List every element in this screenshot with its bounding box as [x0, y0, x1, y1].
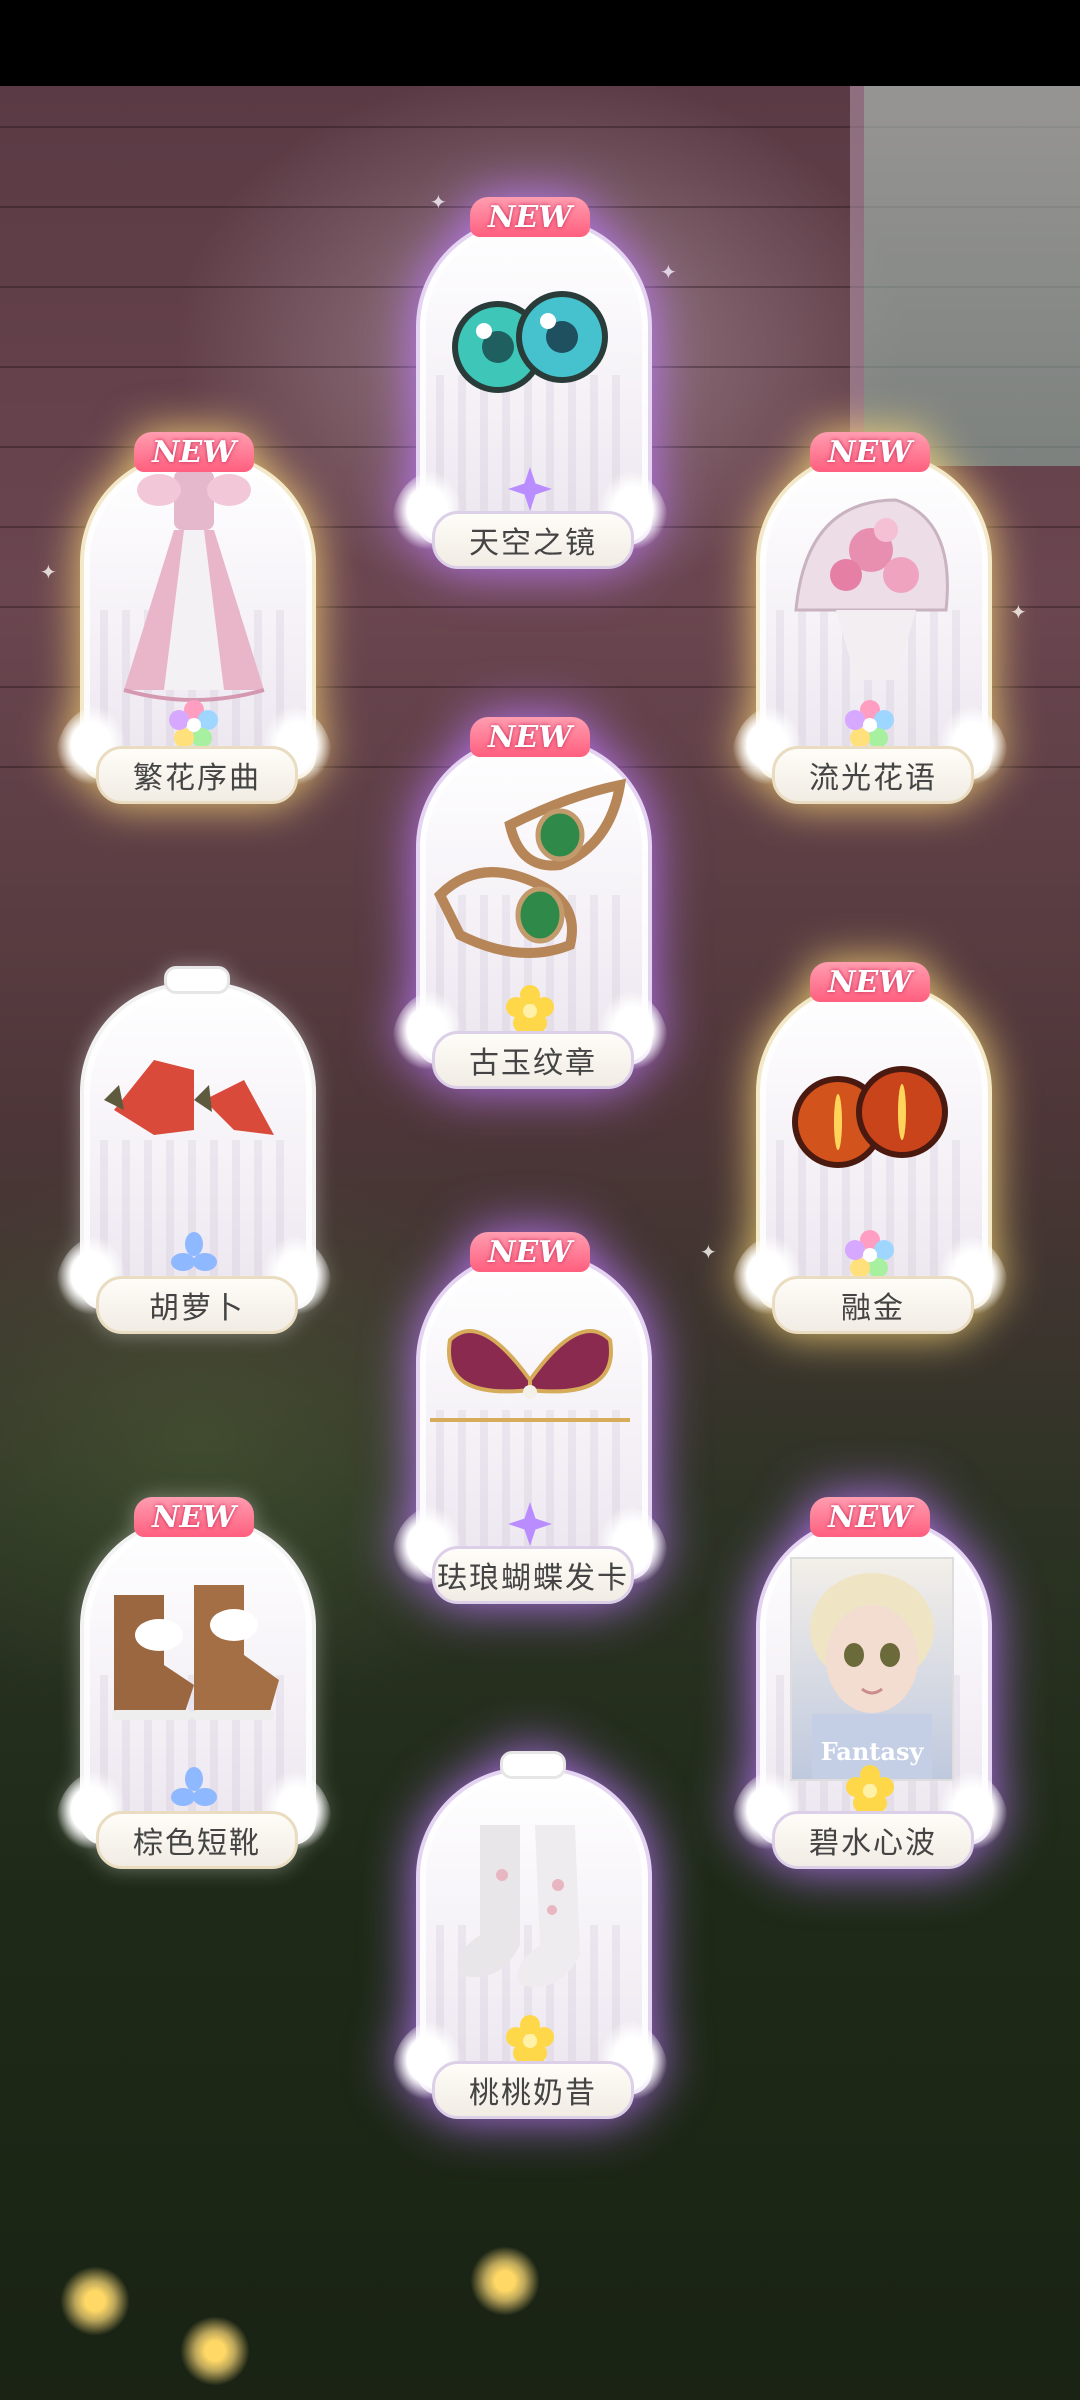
gold-rarity-flower-icon: [846, 1765, 894, 1813]
reward-card[interactable]: NEW 流光花语: [732, 430, 1008, 810]
item-name-label: 桃桃奶昔: [432, 2061, 634, 2119]
bow-decoration: [500, 1751, 566, 1779]
reward-card[interactable]: NEW 古玉纹章: [392, 715, 668, 1095]
new-badge: NEW: [810, 1497, 930, 1537]
new-badge: NEW: [810, 962, 930, 1002]
background-flower: [60, 2266, 130, 2336]
gold-rarity-flower-icon: [506, 985, 554, 1033]
amber-eyes-item-icon: [792, 1066, 948, 1168]
new-badge: NEW: [810, 432, 930, 472]
rainbow-rarity-flower-icon: [845, 1230, 894, 1278]
background-window: [850, 86, 1080, 466]
rainbow-rarity-flower-icon: [845, 700, 894, 748]
item-name-label: 棕色短靴: [96, 1811, 298, 1869]
socks-item-icon: [457, 1825, 580, 1987]
reward-card[interactable]: 桃桃奶昔: [392, 1745, 668, 2125]
background-flower: [470, 2246, 540, 2316]
status-bar: [0, 0, 1080, 86]
butterfly-clip-item-icon: [430, 1329, 630, 1422]
reward-card[interactable]: NEW 繁花序曲: [56, 430, 332, 810]
reward-card[interactable]: NEW 棕色短靴: [56, 1495, 332, 1875]
sparkle-icon: ✦: [1010, 600, 1027, 624]
reward-card[interactable]: NEW 天空之镜: [392, 195, 668, 575]
purple-rarity-flower-icon: [508, 1502, 552, 1546]
portrait-card: Fantasy: [790, 1557, 954, 1781]
sparkle-icon: ✦: [40, 560, 57, 584]
reward-card[interactable]: NEW 珐琅蝴蝶发卡: [392, 1230, 668, 1610]
reward-card[interactable]: NEW 融金: [732, 960, 1008, 1340]
new-badge: NEW: [134, 432, 254, 472]
item-name-label: 繁花序曲: [96, 746, 298, 804]
item-name-label: 碧水心波: [772, 1811, 974, 1869]
reward-card[interactable]: Fantasy NEW 碧水心波: [732, 1495, 1008, 1875]
item-name-label: 古玉纹章: [432, 1031, 634, 1089]
gold-rarity-flower-icon: [506, 2015, 554, 2063]
sparkle-icon: ✦: [700, 1240, 717, 1264]
purple-rarity-flower-icon: [508, 467, 552, 511]
reward-card[interactable]: 胡萝卜: [56, 960, 332, 1340]
item-name-label: 流光花语: [772, 746, 974, 804]
item-name-label: 天空之镜: [432, 511, 634, 569]
gown-item-icon: [123, 470, 265, 702]
item-name-label: 融金: [772, 1276, 974, 1334]
bow-decoration: [164, 966, 230, 994]
new-badge: NEW: [470, 717, 590, 757]
item-name-label: 胡萝卜: [96, 1276, 298, 1334]
new-badge: NEW: [134, 1497, 254, 1537]
item-name-label: 珐琅蝴蝶发卡: [432, 1546, 634, 1604]
teal-eyes-item-icon: [452, 291, 608, 393]
portrait-caption: Fantasy: [820, 1737, 924, 1766]
blue-rarity-flower-icon: [171, 1232, 217, 1271]
rose-fan-item-icon: [794, 498, 949, 680]
background-flower: [180, 2316, 250, 2386]
brown-boots-item-icon: [112, 1585, 279, 1720]
rainbow-rarity-flower-icon: [169, 700, 218, 748]
sparkle-icon: ✦: [660, 260, 677, 284]
new-badge: NEW: [470, 1232, 590, 1272]
carrots-item-icon: [104, 1060, 274, 1135]
blue-rarity-flower-icon: [171, 1767, 217, 1806]
new-badge: NEW: [470, 197, 590, 237]
jade-ornament-item-icon: [433, 778, 627, 958]
